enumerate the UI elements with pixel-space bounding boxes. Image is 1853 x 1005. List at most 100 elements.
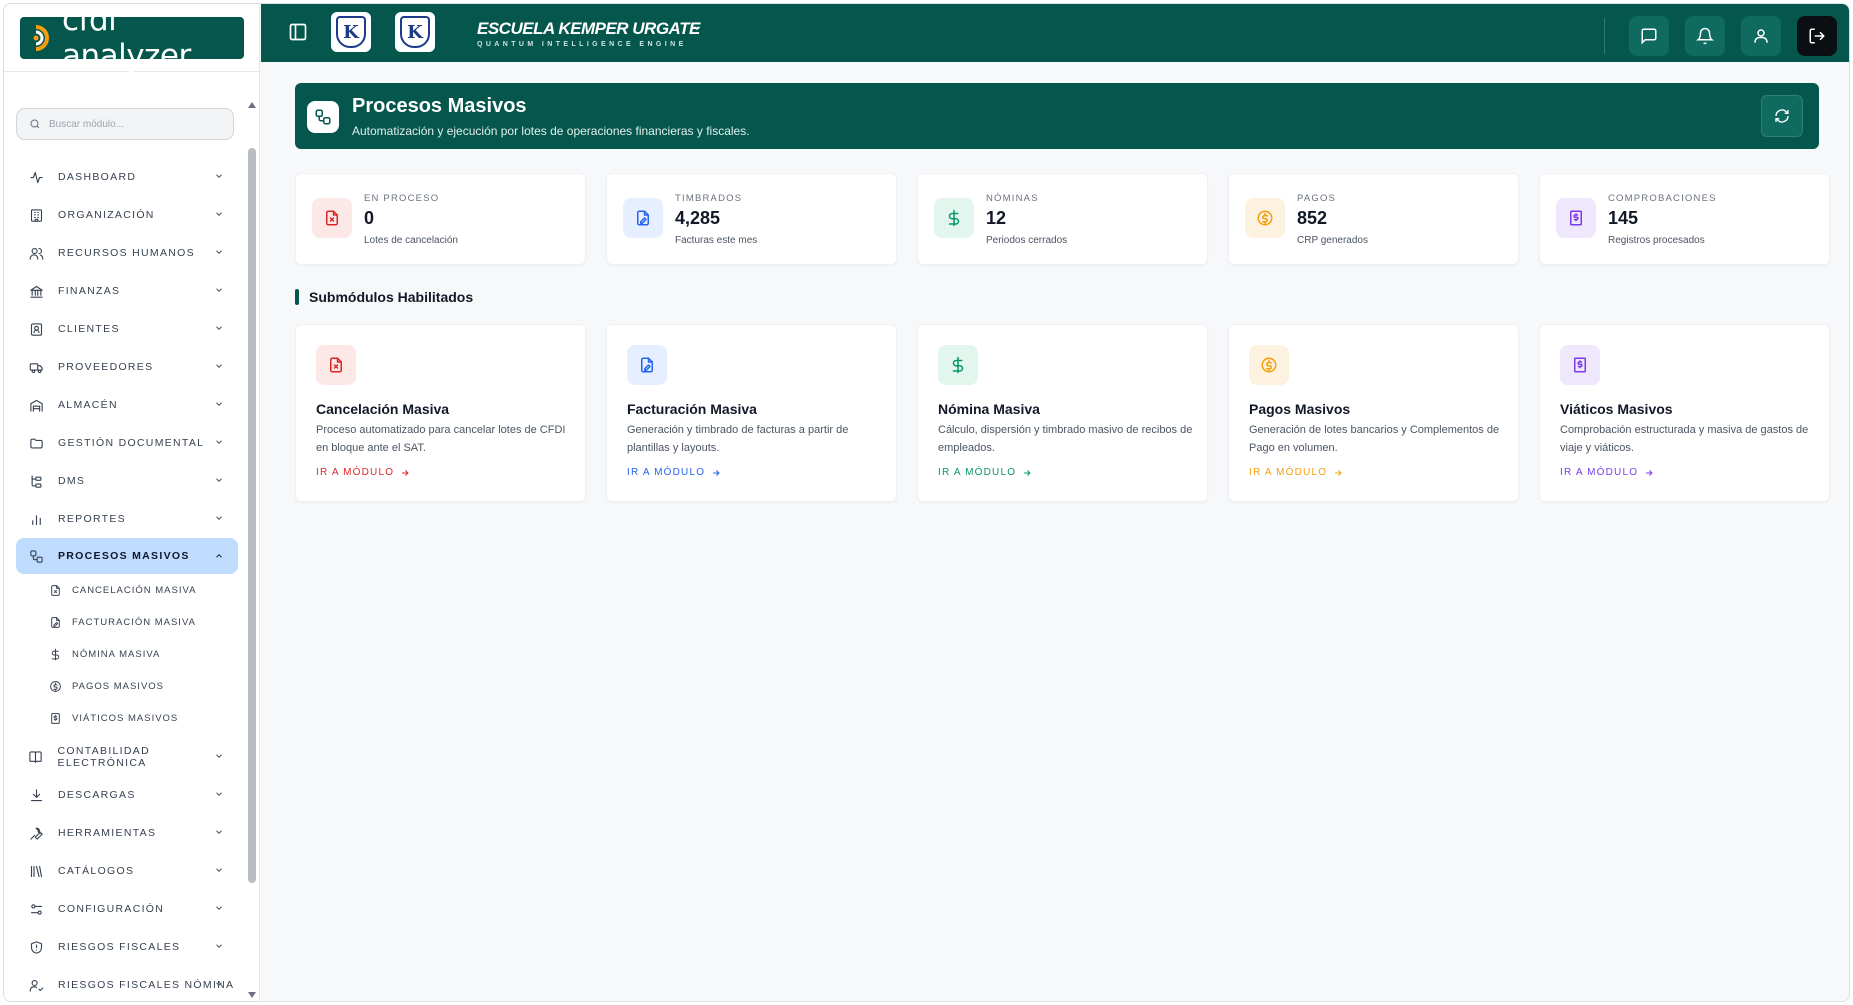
sidebar-item-proveedores[interactable]: PROVEEDORES: [16, 348, 238, 386]
building-icon: [28, 207, 44, 223]
go-to-module-link[interactable]: IR A MÓDULO: [1249, 467, 1343, 478]
chevron-down-icon[interactable]: [214, 903, 224, 916]
receipt-icon: [1556, 198, 1596, 238]
sidebar-item-recursos-humanos[interactable]: RECURSOS HUMANOS: [16, 234, 238, 272]
chevron-down-icon[interactable]: [214, 247, 224, 260]
sidebar-item-contabilidad-electronica[interactable]: CONTABILIDAD ELECTRÓNICA: [16, 738, 238, 776]
scrollbar-thumb[interactable]: [248, 148, 256, 883]
subnav-item-label: CANCELACIÓN MASIVA: [72, 584, 197, 596]
card-description: Cálculo, dispersión y timbrado masivo de…: [938, 424, 1193, 454]
sidebar-item-riesgos-fiscales-nomina[interactable]: RIESGOS FISCALES NÓMINA: [16, 966, 238, 1001]
chevron-down-icon[interactable]: [214, 361, 224, 374]
go-to-module-link[interactable]: IR A MÓDULO: [1560, 467, 1654, 478]
top-header: K K ESCUELA KEMPER URGATE QUANTUM INTELL…: [261, 4, 1849, 62]
chevron-down-icon[interactable]: [214, 513, 224, 526]
file-signature-icon: [627, 345, 667, 385]
sidebar-item-label: CLIENTES: [58, 323, 120, 335]
shield-icon: [28, 939, 44, 955]
sidebar-item-organizacion[interactable]: ORGANIZACIÓN: [16, 196, 238, 234]
school-selector[interactable]: ESCUELA KEMPER URGATE QUANTUM INTELLIGEN…: [477, 19, 700, 48]
sidebar-item-descargas[interactable]: DESCARGAS: [16, 776, 238, 814]
library-icon: [28, 863, 44, 879]
sidebar-item-catalogos[interactable]: CATÁLOGOS: [16, 852, 238, 890]
sidebar-item-finanzas[interactable]: FINANZAS: [16, 272, 238, 310]
messages-button[interactable]: [1629, 16, 1669, 56]
chevron-down-icon[interactable]: [214, 399, 224, 412]
subnav-item-nomina-masiva[interactable]: NÓMINA MASIVA: [16, 638, 238, 670]
sidebar-item-configuracion[interactable]: CONFIGURACIÓN: [16, 890, 238, 928]
notifications-button[interactable]: [1685, 16, 1725, 56]
sidebar-item-gestion-documental[interactable]: GESTIÓN DOCUMENTAL: [16, 424, 238, 462]
sidebar-item-clientes[interactable]: CLIENTES: [16, 310, 238, 348]
app-logo[interactable]: cfdi analyzer: [20, 4, 244, 74]
go-to-module-link[interactable]: IR A MÓDULO: [938, 467, 1032, 478]
sidebar-item-label: CATÁLOGOS: [58, 865, 135, 877]
refresh-icon: [1775, 109, 1789, 123]
sidebar-item-label: DASHBOARD: [58, 171, 137, 183]
stat-note: CRP generados: [1297, 235, 1368, 246]
page-title: Procesos Masivos: [352, 95, 527, 117]
user-check-icon: [28, 977, 44, 993]
card-title: Cancelación Masiva: [316, 401, 450, 417]
chevron-down-icon[interactable]: [214, 209, 224, 222]
sidebar-scrollbar[interactable]: [245, 100, 257, 1000]
sidebar-item-dms[interactable]: DMS: [16, 462, 238, 500]
chevron-down-icon[interactable]: [214, 437, 224, 450]
school-crest[interactable]: K: [331, 12, 371, 52]
sidebar-item-almacen[interactable]: ALMACÉN: [16, 386, 238, 424]
school-crest-letter-2: K: [400, 16, 430, 48]
section-title: Submódulos Habilitados: [295, 288, 473, 306]
receipt-icon: [1560, 345, 1600, 385]
sidebar-item-procesos-masivos[interactable]: PROCESOS MASIVOS: [16, 538, 238, 574]
section-accent-bar: [295, 289, 299, 305]
scroll-down-icon[interactable]: [248, 992, 256, 998]
profile-button[interactable]: [1741, 16, 1781, 56]
chevron-down-icon[interactable]: [214, 475, 224, 488]
logout-button[interactable]: [1797, 16, 1837, 56]
chevron-down-icon[interactable]: [214, 865, 224, 878]
chevron-down-icon[interactable]: [214, 323, 224, 336]
sidebar-item-label: DMS: [58, 475, 86, 487]
subnav-item-viaticos-masivos[interactable]: VIÁTICOS MASIVOS: [16, 702, 238, 734]
sidebar-item-herramientas[interactable]: HERRAMIENTAS: [16, 814, 238, 852]
chevron-down-icon[interactable]: [214, 979, 224, 992]
stat-note: Lotes de cancelación: [364, 235, 458, 246]
submodule-card[interactable]: Facturación Masiva Generación y timbrado …: [606, 324, 897, 502]
logo-text: cfdi analyzer: [62, 3, 191, 74]
submodule-card[interactable]: Nómina Masiva Cálculo, dispersión y timbr…: [917, 324, 1208, 502]
bar-chart-icon: [28, 511, 44, 527]
subnav-item-facturacion-masiva[interactable]: FACTURACIÓN MASIVA: [16, 606, 238, 638]
subnav-item-pagos-masivos[interactable]: PAGOS MASIVOS: [16, 670, 238, 702]
refresh-button[interactable]: [1761, 95, 1803, 137]
submodule-card[interactable]: Viáticos Masivos Comprobación estructurad…: [1539, 324, 1830, 502]
stat-value: 12: [986, 208, 1007, 228]
submodule-card[interactable]: Pagos Masivos Generación de lotes bancari…: [1228, 324, 1519, 502]
school-crest-selector[interactable]: K: [395, 12, 435, 52]
chevron-down-icon[interactable]: [214, 789, 224, 802]
chevron-down-icon[interactable]: [214, 827, 224, 840]
sidebar-item-dashboard[interactable]: DASHBOARD: [16, 158, 238, 196]
chevron-down-icon[interactable]: [214, 751, 224, 764]
scroll-up-icon[interactable]: [248, 102, 256, 108]
workflow-icon: [28, 548, 44, 564]
chevron-down-icon[interactable]: [214, 941, 224, 954]
stat-card: COMPROBACIONES 145 Registros procesados: [1539, 173, 1830, 265]
stat-note: Periodos cerrados: [986, 235, 1068, 246]
chevron-up-icon[interactable]: [214, 551, 224, 564]
sidebar-item-reportes[interactable]: REPORTES: [16, 500, 238, 538]
module-search[interactable]: [16, 108, 234, 140]
subnav-item-cancelacion-masiva[interactable]: CANCELACIÓN MASIVA: [16, 574, 238, 606]
users-icon: [28, 245, 44, 261]
card-title: Pagos Masivos: [1249, 401, 1351, 417]
link-label: IR A MÓDULO: [1249, 467, 1328, 478]
sidebar-toggle-button[interactable]: [285, 19, 311, 45]
go-to-module-link[interactable]: IR A MÓDULO: [316, 467, 410, 478]
submodule-card[interactable]: Cancelación Masiva Proceso automatizado p…: [295, 324, 586, 502]
go-to-module-link[interactable]: IR A MÓDULO: [627, 467, 721, 478]
sidebar-item-riesgos-fiscales[interactable]: RIESGOS FISCALES: [16, 928, 238, 966]
stat-note: Facturas este mes: [675, 235, 758, 246]
chevron-down-icon[interactable]: [214, 171, 224, 184]
search-input[interactable]: [49, 118, 219, 130]
chevron-down-icon[interactable]: [214, 285, 224, 298]
arrow-right-icon: [402, 469, 409, 476]
